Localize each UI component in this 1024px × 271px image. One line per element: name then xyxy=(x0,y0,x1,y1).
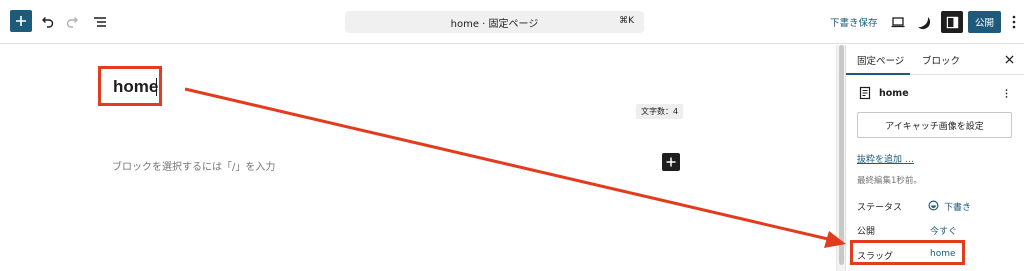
title-annotation-box: home xyxy=(98,66,162,106)
sidebar-tabs: 固定ページ ブロック xyxy=(846,45,1024,75)
style-button[interactable] xyxy=(914,13,932,31)
settings-toggle-button[interactable] xyxy=(941,11,963,33)
more-vertical-icon xyxy=(1012,15,1016,29)
document-bar[interactable]: home · 固定ページ ⌘K xyxy=(345,11,644,33)
page-name: home xyxy=(879,88,909,99)
add-block-button[interactable] xyxy=(662,153,680,171)
tab-block[interactable]: ブロック xyxy=(922,53,960,67)
undo-button[interactable] xyxy=(38,13,56,31)
add-excerpt-link[interactable]: 抜粋を追加 … xyxy=(857,152,914,165)
plus-icon xyxy=(16,16,26,26)
tab-page[interactable]: 固定ページ xyxy=(857,53,904,67)
publish-value[interactable]: 今すぐ xyxy=(930,224,957,237)
save-draft-button[interactable]: 下書き保存 xyxy=(830,15,878,29)
redo-icon xyxy=(66,17,78,28)
plus-icon xyxy=(666,157,676,167)
canvas-scrollbar[interactable] xyxy=(836,45,845,271)
active-tab-indicator xyxy=(846,73,910,75)
editor-header: home · 固定ページ ⌘K 下書き保存 公開 xyxy=(0,0,1024,44)
post-title[interactable]: home xyxy=(113,77,158,97)
text-caret xyxy=(156,78,157,96)
last-edited-text: 最終編集1秒前。 xyxy=(857,176,922,186)
set-featured-image-button[interactable]: アイキャッチ画像を設定 xyxy=(857,112,1012,138)
publish-button[interactable]: 公開 xyxy=(968,11,1001,33)
document-overview-button[interactable] xyxy=(91,13,109,31)
editor-canvas: home 文字数：4 ブロックを選択するには「/」を入力 xyxy=(0,45,836,271)
more-vertical-icon xyxy=(1005,88,1007,98)
status-value[interactable]: 下書き xyxy=(944,200,971,213)
scrollbar-thumb[interactable] xyxy=(839,45,844,265)
close-sidebar-button[interactable] xyxy=(1003,53,1015,65)
close-icon xyxy=(1004,54,1014,64)
half-circle-icon xyxy=(918,17,931,30)
publish-label: 公開 xyxy=(857,227,876,237)
editor-window: home · 固定ページ ⌘K 下書き保存 公開 home 文字数：4 ブロック… xyxy=(0,0,1024,271)
status-label: ステータス xyxy=(857,203,903,213)
character-count-badge: 文字数：4 xyxy=(636,104,684,119)
options-menu-button[interactable] xyxy=(1009,13,1019,31)
command-shortcut: ⌘K xyxy=(619,16,634,26)
block-placeholder[interactable]: ブロックを選択するには「/」を入力 xyxy=(112,158,275,173)
sidebar-icon xyxy=(946,16,958,28)
draft-status-icon xyxy=(928,200,939,211)
block-inserter-toggle[interactable] xyxy=(10,10,32,32)
undo-icon xyxy=(42,17,54,28)
desktop-preview-icon xyxy=(891,17,905,28)
list-view-icon xyxy=(94,17,106,27)
redo-button[interactable] xyxy=(64,13,82,31)
preview-button[interactable] xyxy=(889,13,907,31)
settings-sidebar: 固定ページ ブロック home アイキャッチ画像を設定 抜粋を追加 … 最終編集… xyxy=(845,45,1024,271)
slug-annotation-box xyxy=(850,240,965,265)
page-icon xyxy=(859,86,871,100)
document-title: home · 固定ページ xyxy=(450,19,539,30)
page-actions-button[interactable] xyxy=(1001,86,1011,100)
